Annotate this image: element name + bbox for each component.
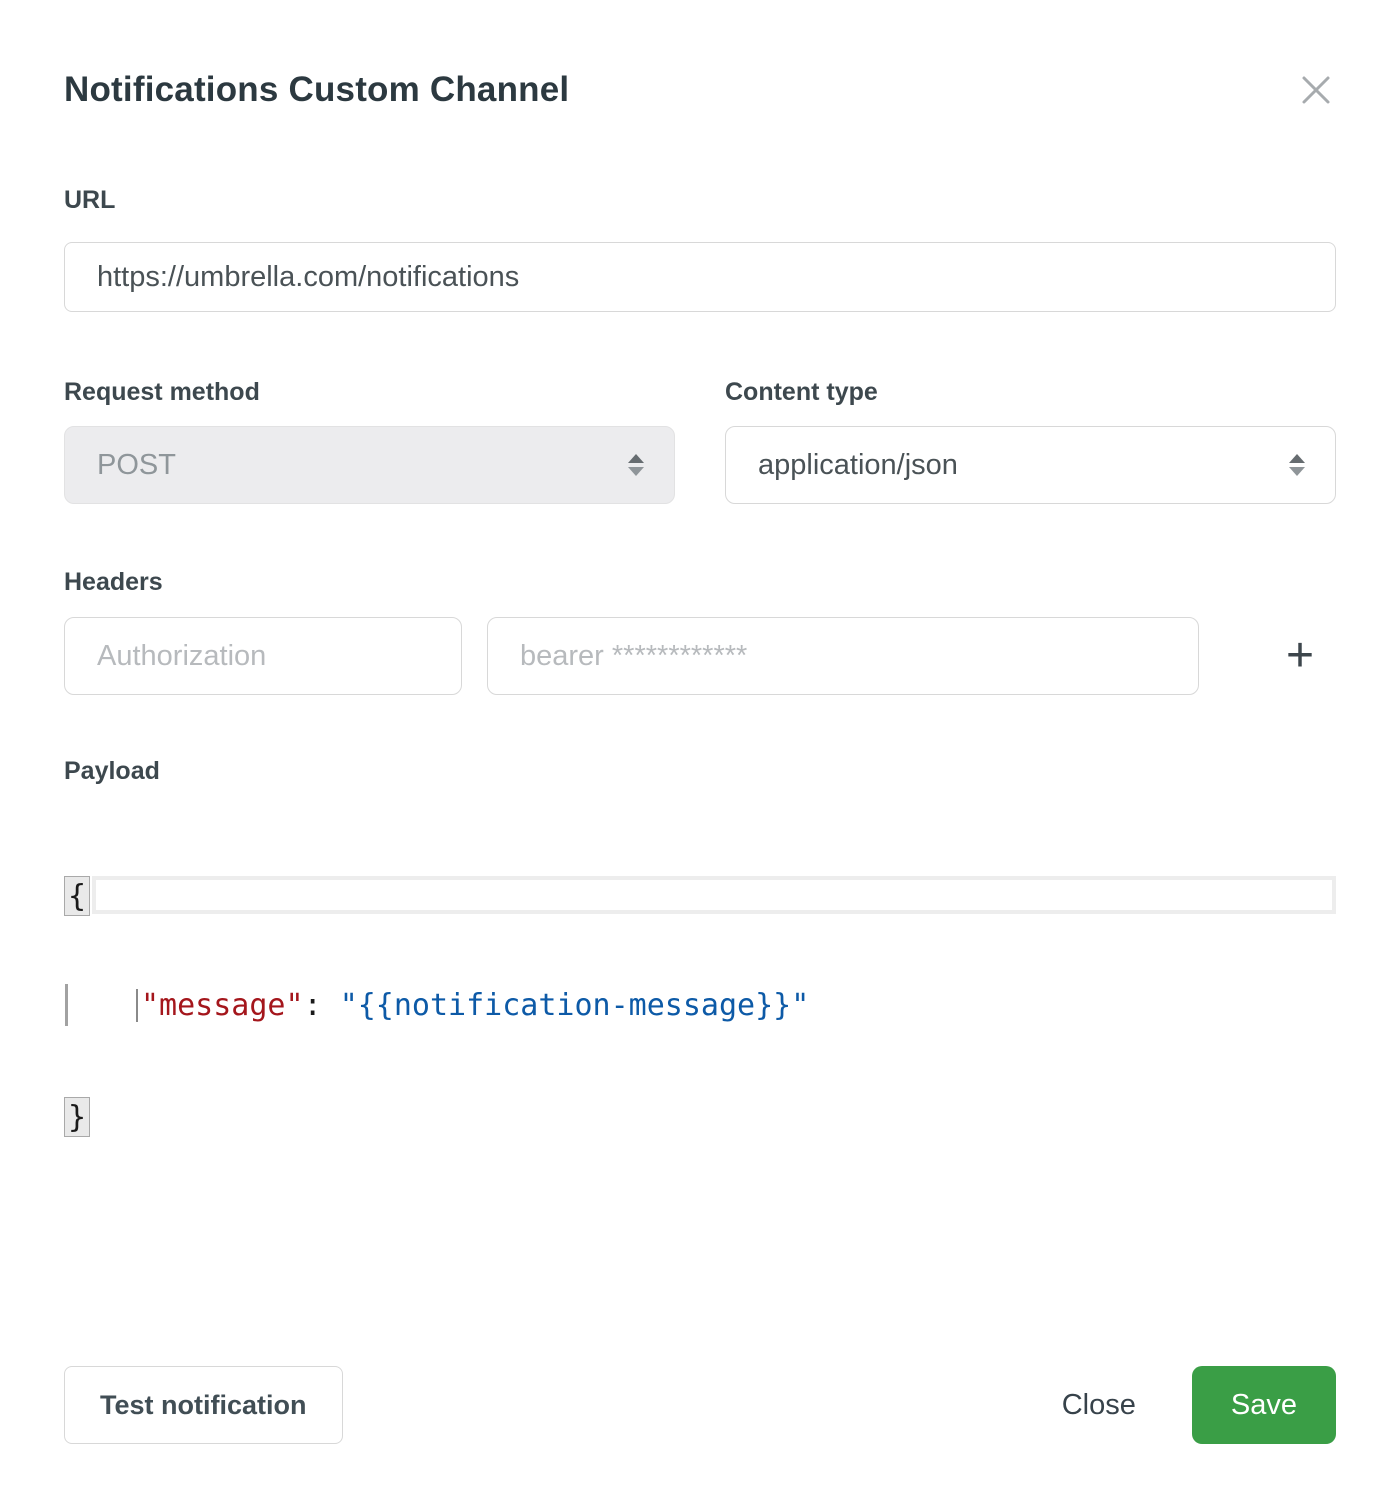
editor-line: { — [64, 876, 1336, 914]
json-key-token: "message" — [141, 988, 304, 1023]
header-name-input[interactable] — [64, 617, 462, 695]
dialog-title: Notifications Custom Channel — [64, 70, 569, 110]
request-method-label: Request method — [64, 378, 675, 407]
headers-label: Headers — [64, 568, 1336, 597]
dialog-footer: Test notification Close Save — [64, 1366, 1336, 1444]
content-type-value: application/json — [758, 449, 958, 482]
test-notification-button[interactable]: Test notification — [64, 1366, 343, 1444]
save-button[interactable]: Save — [1192, 1366, 1336, 1444]
url-field: URL — [64, 186, 1336, 312]
request-method-value: POST — [97, 449, 176, 482]
active-line-highlight — [92, 876, 1336, 914]
header-row: + — [64, 617, 1336, 695]
close-button[interactable]: Close — [1062, 1389, 1136, 1422]
indent-guide — [65, 984, 68, 1026]
request-method-field: Request method POST — [64, 378, 675, 504]
content-type-select[interactable]: application/json — [725, 426, 1336, 504]
dialog-header: Notifications Custom Channel — [64, 70, 1336, 110]
add-header-icon[interactable]: + — [1286, 632, 1314, 680]
editor-line: "message" : "{{notification-message}}" — [64, 984, 1336, 1026]
headers-section: Headers + — [64, 568, 1336, 695]
payload-label: Payload — [64, 757, 1336, 786]
close-icon[interactable] — [1298, 72, 1334, 108]
notifications-custom-channel-dialog: Notifications Custom Channel URL Request… — [0, 0, 1400, 1508]
chevron-up-down-icon — [628, 454, 644, 476]
chevron-up-down-icon — [1289, 454, 1305, 476]
json-value-token: "{{notification-message}}" — [340, 988, 810, 1023]
header-value-input[interactable] — [487, 617, 1199, 695]
json-separator-token: : — [304, 988, 340, 1023]
open-brace-token: { — [64, 876, 90, 916]
request-method-select: POST — [64, 426, 675, 504]
url-label: URL — [64, 186, 1336, 215]
text-cursor — [136, 989, 138, 1022]
payload-section: Payload { "message" : "{{notification-me… — [64, 757, 1336, 1208]
content-type-label: Content type — [725, 378, 1336, 407]
editor-line: } — [64, 1096, 1336, 1138]
footer-actions: Close Save — [1062, 1366, 1336, 1444]
content-type-field: Content type application/json — [725, 378, 1336, 504]
method-content-row: Request method POST Content type applica… — [64, 378, 1336, 504]
payload-editor[interactable]: { "message" : "{{notification-message}}"… — [64, 806, 1336, 1208]
url-input[interactable] — [64, 242, 1336, 312]
close-brace-token: } — [64, 1097, 90, 1137]
